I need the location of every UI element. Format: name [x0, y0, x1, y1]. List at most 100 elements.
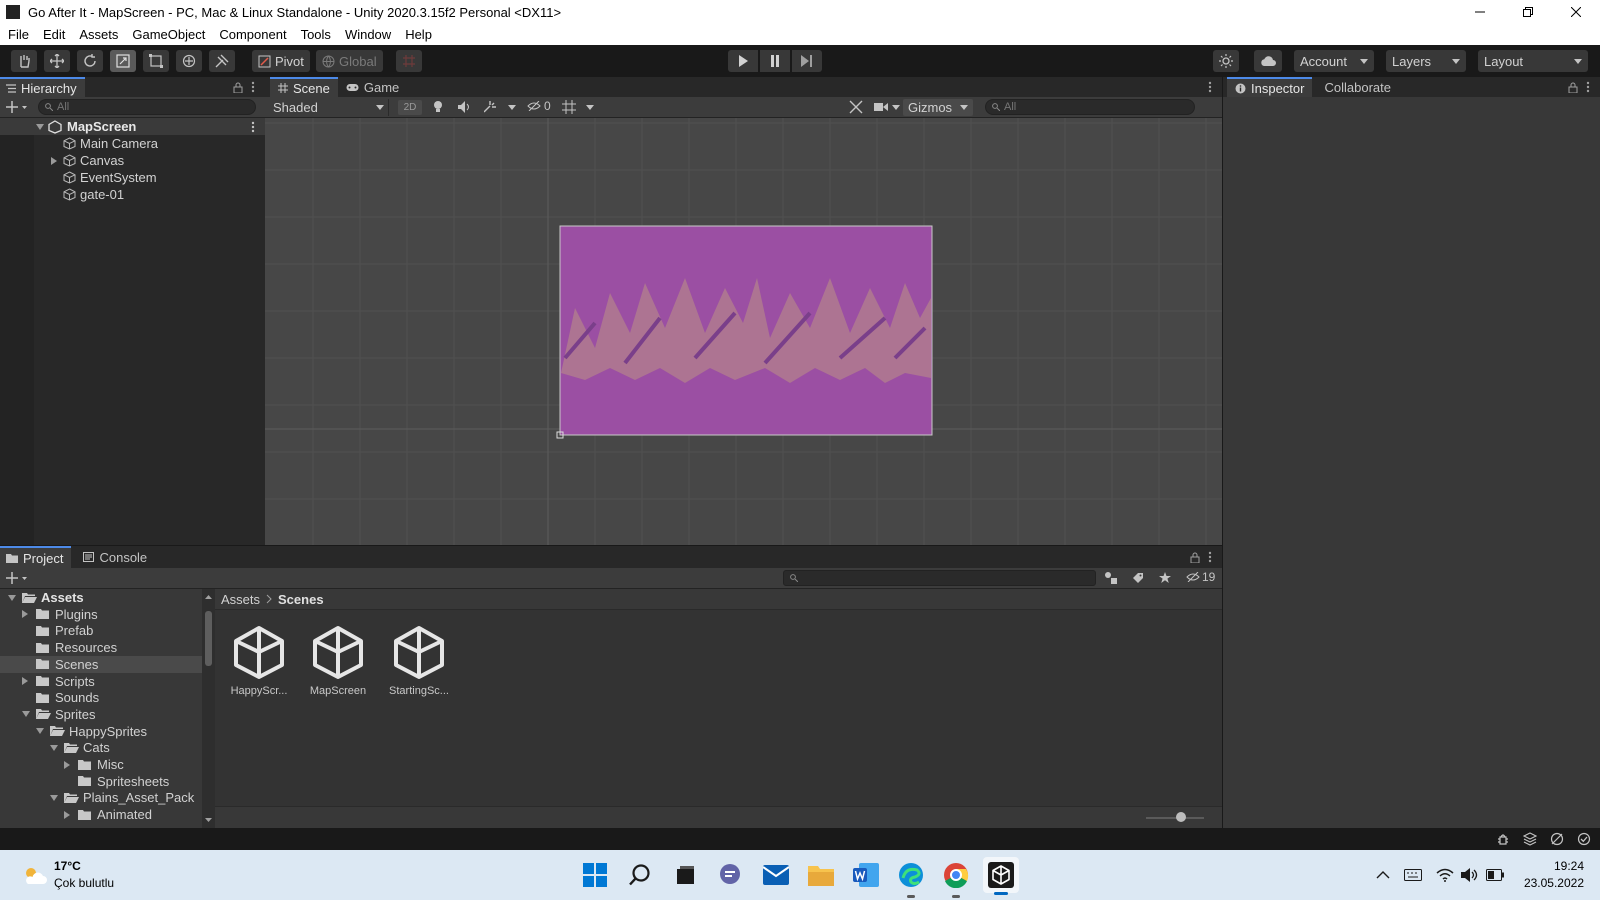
tab-scene[interactable]: Scene	[270, 77, 338, 97]
close-button[interactable]	[1552, 0, 1600, 24]
chevron-down-icon[interactable]	[586, 105, 594, 110]
weather-description[interactable]: Çok bulutlu	[54, 876, 114, 890]
add-icon[interactable]	[6, 572, 28, 584]
tree-item-resources[interactable]: Resources	[0, 639, 202, 656]
pause-button[interactable]	[760, 50, 790, 72]
hierarchy-search-input[interactable]: All	[38, 99, 256, 115]
add-icon[interactable]	[6, 101, 28, 113]
expand-arrow-icon[interactable]	[50, 744, 58, 751]
system-clock[interactable]: 19:24 23.05.2022	[1524, 858, 1584, 892]
weather-cloud-sun-icon[interactable]	[22, 865, 48, 885]
grid-snap-toggle[interactable]	[396, 50, 422, 72]
hierarchy-item[interactable]: gate-01	[0, 186, 265, 203]
menu-gameobject[interactable]: GameObject	[125, 24, 212, 45]
kebab-menu-icon[interactable]	[1208, 81, 1212, 93]
cloud-button[interactable]	[1254, 50, 1282, 72]
tree-item-assets[interactable]: Assets	[0, 589, 202, 606]
services-button[interactable]	[1213, 50, 1239, 72]
tree-item-happysprites[interactable]: HappySprites	[0, 723, 202, 740]
edge-button[interactable]	[896, 860, 926, 898]
breadcrumb-assets[interactable]: Assets	[221, 592, 260, 607]
tree-item-scenes[interactable]: Scenes	[0, 655, 202, 673]
gizmos-dropdown[interactable]: Gizmos	[903, 99, 973, 116]
tab-project[interactable]: Project	[0, 546, 72, 568]
menu-edit[interactable]: Edit	[36, 24, 72, 45]
lightbulb-icon[interactable]	[432, 100, 444, 114]
keyboard-icon[interactable]	[1404, 869, 1422, 881]
kebab-menu-icon[interactable]	[251, 81, 255, 93]
tab-hierarchy[interactable]: Hierarchy	[0, 77, 85, 97]
auto-generate-lighting-icon[interactable]	[1550, 832, 1564, 846]
grid-toggle-icon[interactable]	[562, 100, 576, 114]
hidden-objects-toggle[interactable]: 0	[527, 99, 551, 113]
transform-tool[interactable]	[176, 50, 202, 72]
chevron-down-icon[interactable]	[508, 105, 516, 110]
shading-mode-dropdown[interactable]: Shaded	[269, 99, 389, 116]
chevron-down-icon[interactable]	[892, 105, 900, 110]
chevron-up-icon[interactable]	[1376, 870, 1390, 880]
project-search-input[interactable]	[783, 570, 1096, 586]
hand-tool[interactable]	[11, 50, 37, 72]
tools-icon[interactable]	[849, 100, 863, 114]
kebab-menu-icon[interactable]	[1208, 551, 1212, 563]
scale-tool[interactable]	[110, 50, 136, 72]
tree-scrollbar[interactable]	[202, 589, 215, 828]
tree-item-misc[interactable]: Misc	[0, 756, 202, 773]
global-toggle[interactable]: Global	[316, 50, 383, 72]
tree-item-animated[interactable]: Animated	[0, 806, 202, 823]
layers-stack-icon[interactable]	[1523, 832, 1537, 846]
account-dropdown[interactable]: Account	[1294, 50, 1374, 72]
collapse-arrow-icon[interactable]	[22, 610, 28, 619]
lock-icon[interactable]	[233, 82, 243, 93]
step-button[interactable]	[792, 50, 822, 72]
2d-mode-toggle[interactable]: 2D	[398, 100, 422, 115]
collapse-arrow-icon[interactable]	[64, 810, 70, 819]
expand-arrow-icon[interactable]	[36, 728, 44, 735]
menu-file[interactable]: File	[0, 24, 36, 45]
tree-item-scripts[interactable]: Scripts	[0, 673, 202, 690]
tree-item-sprites[interactable]: Sprites	[0, 706, 202, 723]
taskbar-search-button[interactable]	[625, 860, 655, 890]
breadcrumb-scenes[interactable]: Scenes	[278, 592, 324, 607]
scroll-up-icon[interactable]	[202, 593, 215, 601]
checkmark-circle-icon[interactable]	[1577, 832, 1591, 846]
collapse-arrow-icon[interactable]	[22, 677, 28, 685]
icon-size-slider-track[interactable]	[1146, 817, 1204, 819]
menu-component[interactable]: Component	[212, 24, 293, 45]
expand-arrow-icon[interactable]	[50, 794, 58, 801]
lock-icon[interactable]	[1568, 82, 1578, 93]
teams-chat-button[interactable]	[715, 860, 745, 890]
menu-help[interactable]: Help	[398, 24, 439, 45]
pivot-toggle[interactable]: Pivot	[252, 50, 310, 72]
move-tool[interactable]	[44, 50, 70, 72]
icon-size-slider-thumb[interactable]	[1176, 812, 1186, 822]
hierarchy-item[interactable]: EventSystem	[0, 169, 265, 186]
tab-collaborate[interactable]: Collaborate	[1316, 77, 1399, 97]
expand-arrow-icon[interactable]	[8, 594, 16, 601]
file-explorer-button[interactable]	[806, 860, 836, 890]
chrome-button[interactable]	[941, 860, 971, 898]
menu-assets[interactable]: Assets	[72, 24, 125, 45]
lock-icon[interactable]	[1190, 552, 1200, 563]
word-button[interactable]	[851, 860, 881, 890]
volume-icon[interactable]	[1461, 868, 1479, 882]
rotate-tool[interactable]	[77, 50, 103, 72]
tree-item-sounds[interactable]: Sounds	[0, 689, 202, 706]
tree-scroll-thumb[interactable]	[205, 611, 212, 666]
unity-taskbar-button[interactable]	[983, 857, 1019, 895]
hierarchy-scene-row[interactable]: MapScreen	[0, 118, 265, 135]
search-by-type-icon[interactable]	[1104, 571, 1118, 585]
expand-arrow-icon[interactable]	[51, 156, 57, 165]
asset-tile[interactable]: HappyScr...	[227, 625, 291, 697]
custom-tool[interactable]	[209, 50, 235, 72]
hierarchy-item[interactable]: Canvas	[0, 152, 265, 169]
start-button[interactable]	[580, 860, 610, 890]
scroll-down-icon[interactable]	[202, 816, 215, 824]
scene-search-input[interactable]: All	[985, 99, 1195, 115]
tree-item-plains-asset-pack[interactable]: Plains_Asset_Pack	[0, 789, 202, 806]
layers-dropdown[interactable]: Layers	[1386, 50, 1466, 72]
layout-dropdown[interactable]: Layout	[1478, 50, 1588, 72]
tab-console[interactable]: Console	[75, 546, 155, 568]
task-view-button[interactable]	[670, 860, 700, 890]
scene-sprite[interactable]	[556, 225, 933, 439]
